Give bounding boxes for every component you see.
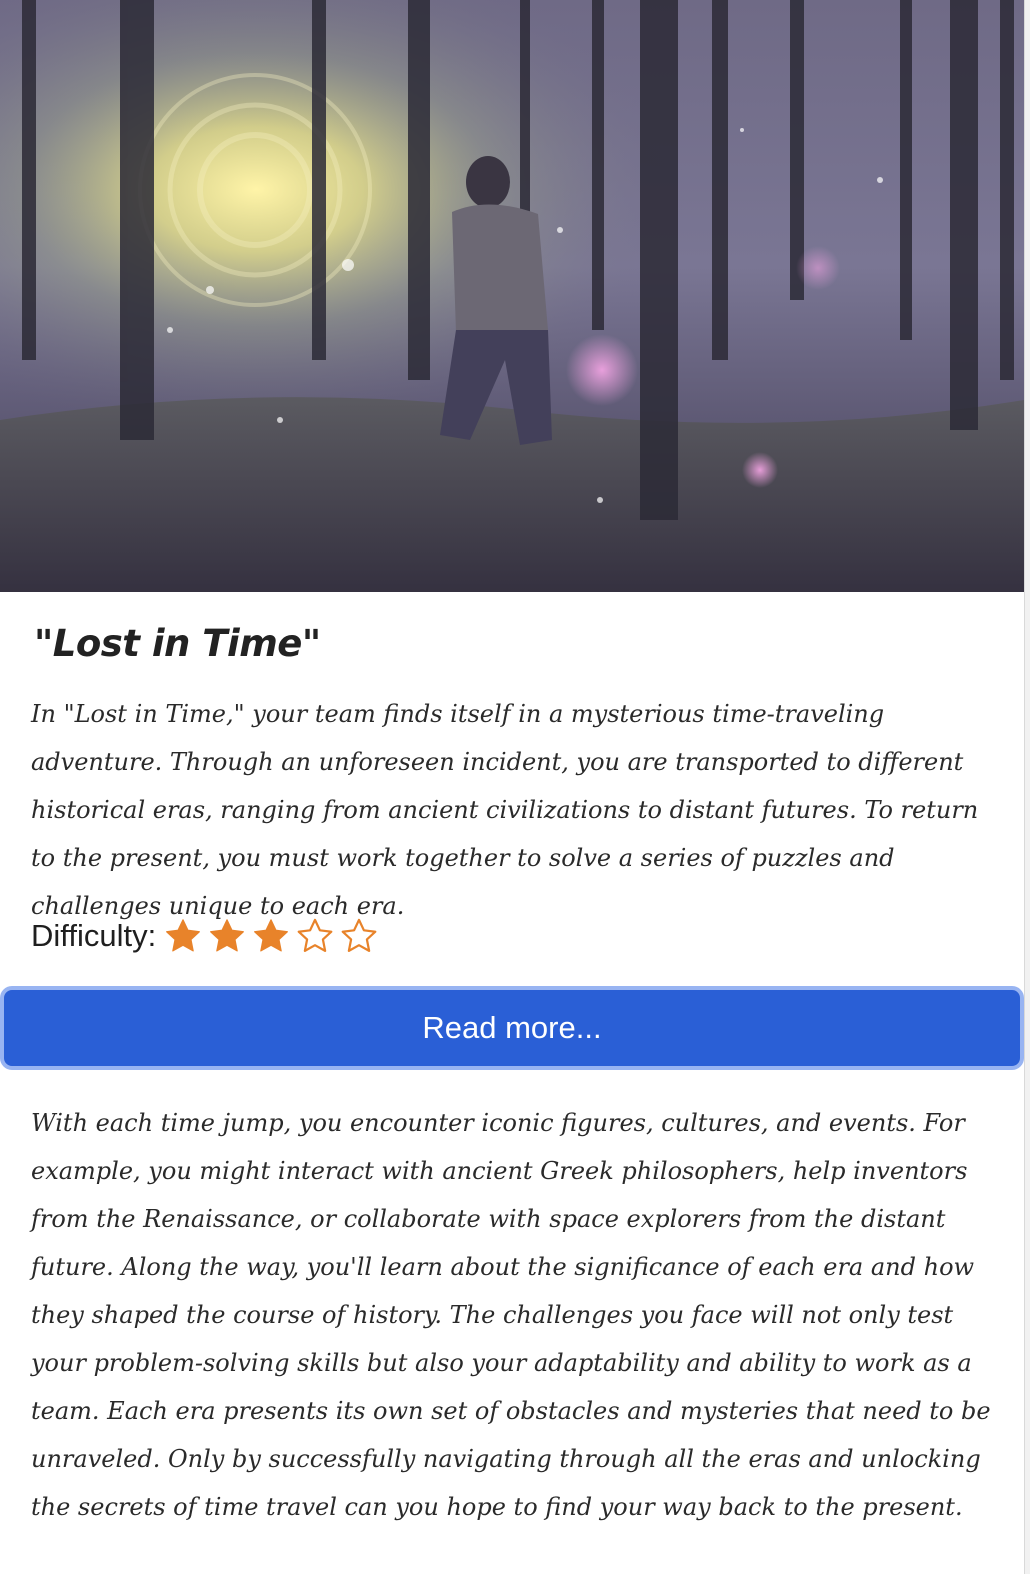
star-filled-icon — [254, 919, 289, 952]
scrollbar-track[interactable] — [1024, 0, 1030, 1574]
forest-portal-illustration — [0, 0, 1024, 592]
star-outline-icon — [341, 918, 377, 952]
star-filled-icon — [210, 919, 245, 952]
hero-image — [0, 0, 1024, 592]
expanded-paragraph: With each time jump, you encounter iconi… — [31, 1109, 991, 1521]
escape-room-card: "Lost in Time" In "Lost in Time," your t… — [0, 0, 1024, 1574]
difficulty-rating: Difficulty: — [31, 912, 378, 960]
card-title: "Lost in Time" — [34, 622, 321, 665]
read-more-button[interactable]: Read more... — [0, 986, 1024, 1070]
star-filled-icon — [166, 919, 201, 952]
difficulty-stars — [164, 917, 378, 955]
star-outline-icon — [297, 918, 333, 952]
intro-paragraph: In "Lost in Time," your team finds itsel… — [31, 700, 979, 920]
difficulty-label: Difficulty: — [31, 918, 157, 953]
